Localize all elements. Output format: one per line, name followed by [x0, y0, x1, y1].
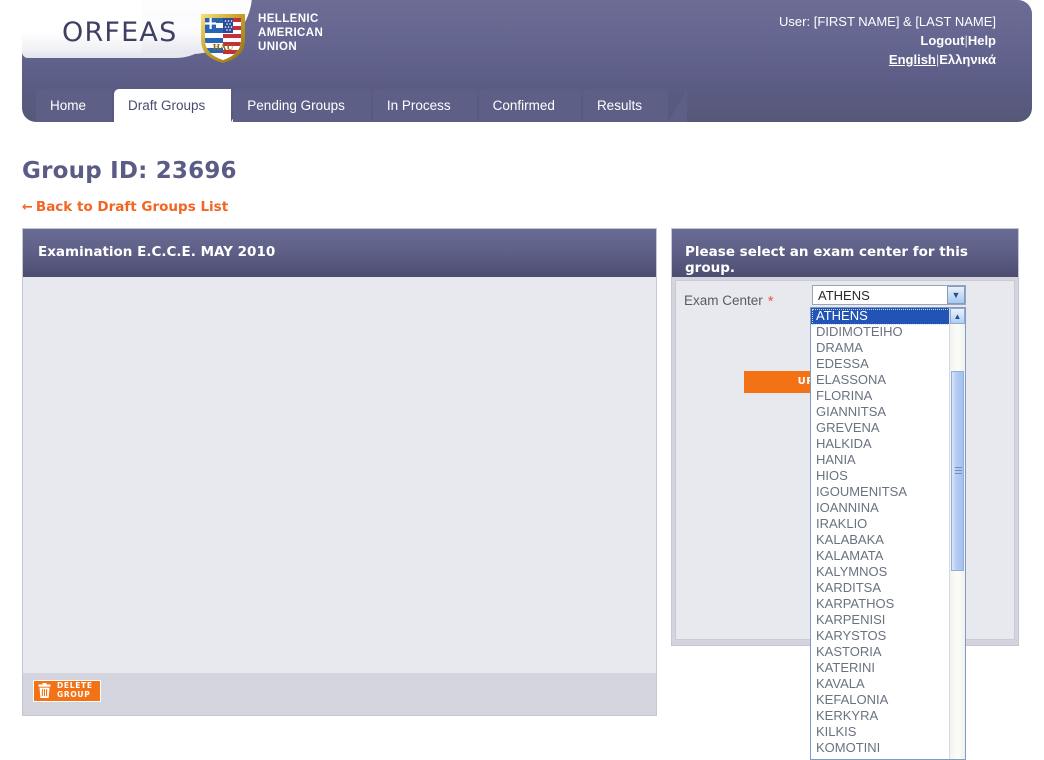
exam-center-option[interactable]: KALYMNOS [811, 564, 951, 580]
exam-center-option[interactable]: FLORINA [811, 388, 951, 404]
exam-center-option[interactable]: HANIA [811, 452, 951, 468]
exam-center-field-label: Exam Center * [684, 293, 774, 310]
exam-center-option[interactable]: GREVENA [811, 420, 951, 436]
exam-center-option[interactable]: KOMOTINI [811, 740, 951, 756]
help-link[interactable]: Help [968, 33, 996, 48]
exam-center-option[interactable]: KILKIS [811, 724, 951, 740]
dropdown-scrollbar[interactable]: ▲ [949, 308, 965, 759]
exam-center-panel-title: Please select an exam center for this gr… [685, 244, 968, 276]
exam-center-option[interactable]: DIDIMOTEIHO [811, 324, 951, 340]
trash-can-icon [37, 683, 52, 699]
examination-panel-header: Examination E.C.C.E. MAY 2010 [23, 229, 656, 277]
exam-center-label-text: Exam Center [684, 293, 763, 309]
exam-center-option[interactable]: KALAMATA [811, 548, 951, 564]
hellenic-american-union-shield-icon: HAU [197, 10, 249, 64]
exam-center-option[interactable]: KALABAKA [811, 532, 951, 548]
language-greek-link[interactable]: Ελληνικά [939, 52, 996, 67]
exam-center-option[interactable]: ELASSONA [811, 372, 951, 388]
delete-group-button-label: DELETE GROUP [57, 681, 93, 699]
user-info-block: User: [FIRST NAME] & [LAST NAME] Logout|… [779, 12, 996, 69]
exam-center-option[interactable]: ATHENS [811, 308, 952, 325]
tab-pending-groups[interactable]: Pending Groups [233, 89, 371, 122]
exam-center-option[interactable]: KORINTHOS [811, 756, 951, 759]
exam-center-option[interactable]: KASTORIA [811, 644, 951, 660]
exam-center-option-list[interactable]: ATHENS DIDIMOTEIHO DRAMA EDESSA ELASSONA FLOR… [810, 307, 966, 760]
exam-center-option[interactable]: IGOUMENITSA [811, 484, 951, 500]
exam-center-option[interactable]: HIOS [811, 468, 951, 484]
delete-group-button[interactable]: DELETE GROUP [33, 680, 101, 702]
org-line-3: UNION [258, 41, 298, 53]
organization-name: HELLENIC AMERICAN UNION [258, 12, 323, 54]
exam-center-panel-header: Please select an exam center for this gr… [672, 229, 1018, 277]
exam-center-selected-value: ATHENS [818, 287, 870, 303]
scrollbar-grip-icon [955, 467, 962, 474]
exam-center-option[interactable]: KEFALONIA [811, 692, 951, 708]
examination-panel-body [23, 277, 656, 673]
back-to-draft-groups-list-link[interactable]: ← Back to Draft Groups List [22, 199, 228, 215]
app-logo-text: ORFEAS [62, 17, 178, 48]
exam-center-option[interactable]: EDESSA [811, 356, 951, 372]
tab-draft-groups[interactable]: Draft Groups [114, 89, 232, 122]
main-navigation-tabs: Home Draft Groups Pending Groups In Proc… [36, 89, 670, 122]
exam-center-option[interactable]: KATERINI [811, 660, 951, 676]
left-arrow-icon: ← [22, 200, 33, 215]
exam-center-option[interactable]: KARDITSA [811, 580, 951, 596]
user-name-label: User: [FIRST NAME] & [LAST NAME] [779, 14, 996, 29]
chevron-down-icon[interactable]: ▼ [947, 286, 965, 304]
org-line-1: HELLENIC [258, 13, 319, 25]
tab-home[interactable]: Home [36, 89, 113, 122]
scrollbar-thumb[interactable] [951, 371, 964, 571]
exam-center-option[interactable]: KARPATHOS [811, 596, 951, 612]
tab-in-process[interactable]: In Process [372, 89, 477, 122]
org-line-2: AMERICAN [258, 27, 324, 39]
back-link-label: Back to Draft Groups List [35, 199, 229, 215]
exam-center-select[interactable]: ATHENS ▼ [812, 285, 966, 305]
svg-text:HAU: HAU [213, 42, 234, 52]
examination-panel-title: Examination E.C.C.E. MAY 2010 [38, 244, 276, 260]
required-marker: * [767, 293, 774, 310]
exam-center-option[interactable]: DRAMA [811, 340, 951, 356]
tab-results[interactable]: Results [582, 89, 668, 122]
exam-center-option[interactable]: IOANNINA [811, 500, 951, 516]
exam-center-option[interactable]: KARPENISI [811, 612, 951, 628]
examination-panel: Examination E.C.C.E. MAY 2010 DELETE GRO… [22, 228, 657, 716]
exam-center-option[interactable]: KERKYRA [811, 708, 951, 724]
examination-panel-footer: DELETE GROUP [23, 673, 656, 715]
page-title: Group ID: 23696 [22, 158, 237, 184]
logout-link[interactable]: Logout [920, 33, 964, 48]
exam-center-option[interactable]: GIANNITSA [811, 404, 951, 420]
exam-center-option[interactable]: HALKIDA [811, 436, 951, 452]
exam-center-option[interactable]: KAVALA [811, 676, 951, 692]
exam-center-options-container: ATHENS DIDIMOTEIHO DRAMA EDESSA ELASSONA FLOR… [811, 308, 952, 759]
scroll-up-button[interactable]: ▲ [950, 308, 965, 324]
exam-center-option[interactable]: KARYSTOS [811, 628, 951, 644]
exam-center-option[interactable]: IRAKLIO [811, 516, 951, 532]
tab-confirmed[interactable]: Confirmed [478, 89, 581, 122]
language-english-link[interactable]: English [889, 52, 936, 67]
